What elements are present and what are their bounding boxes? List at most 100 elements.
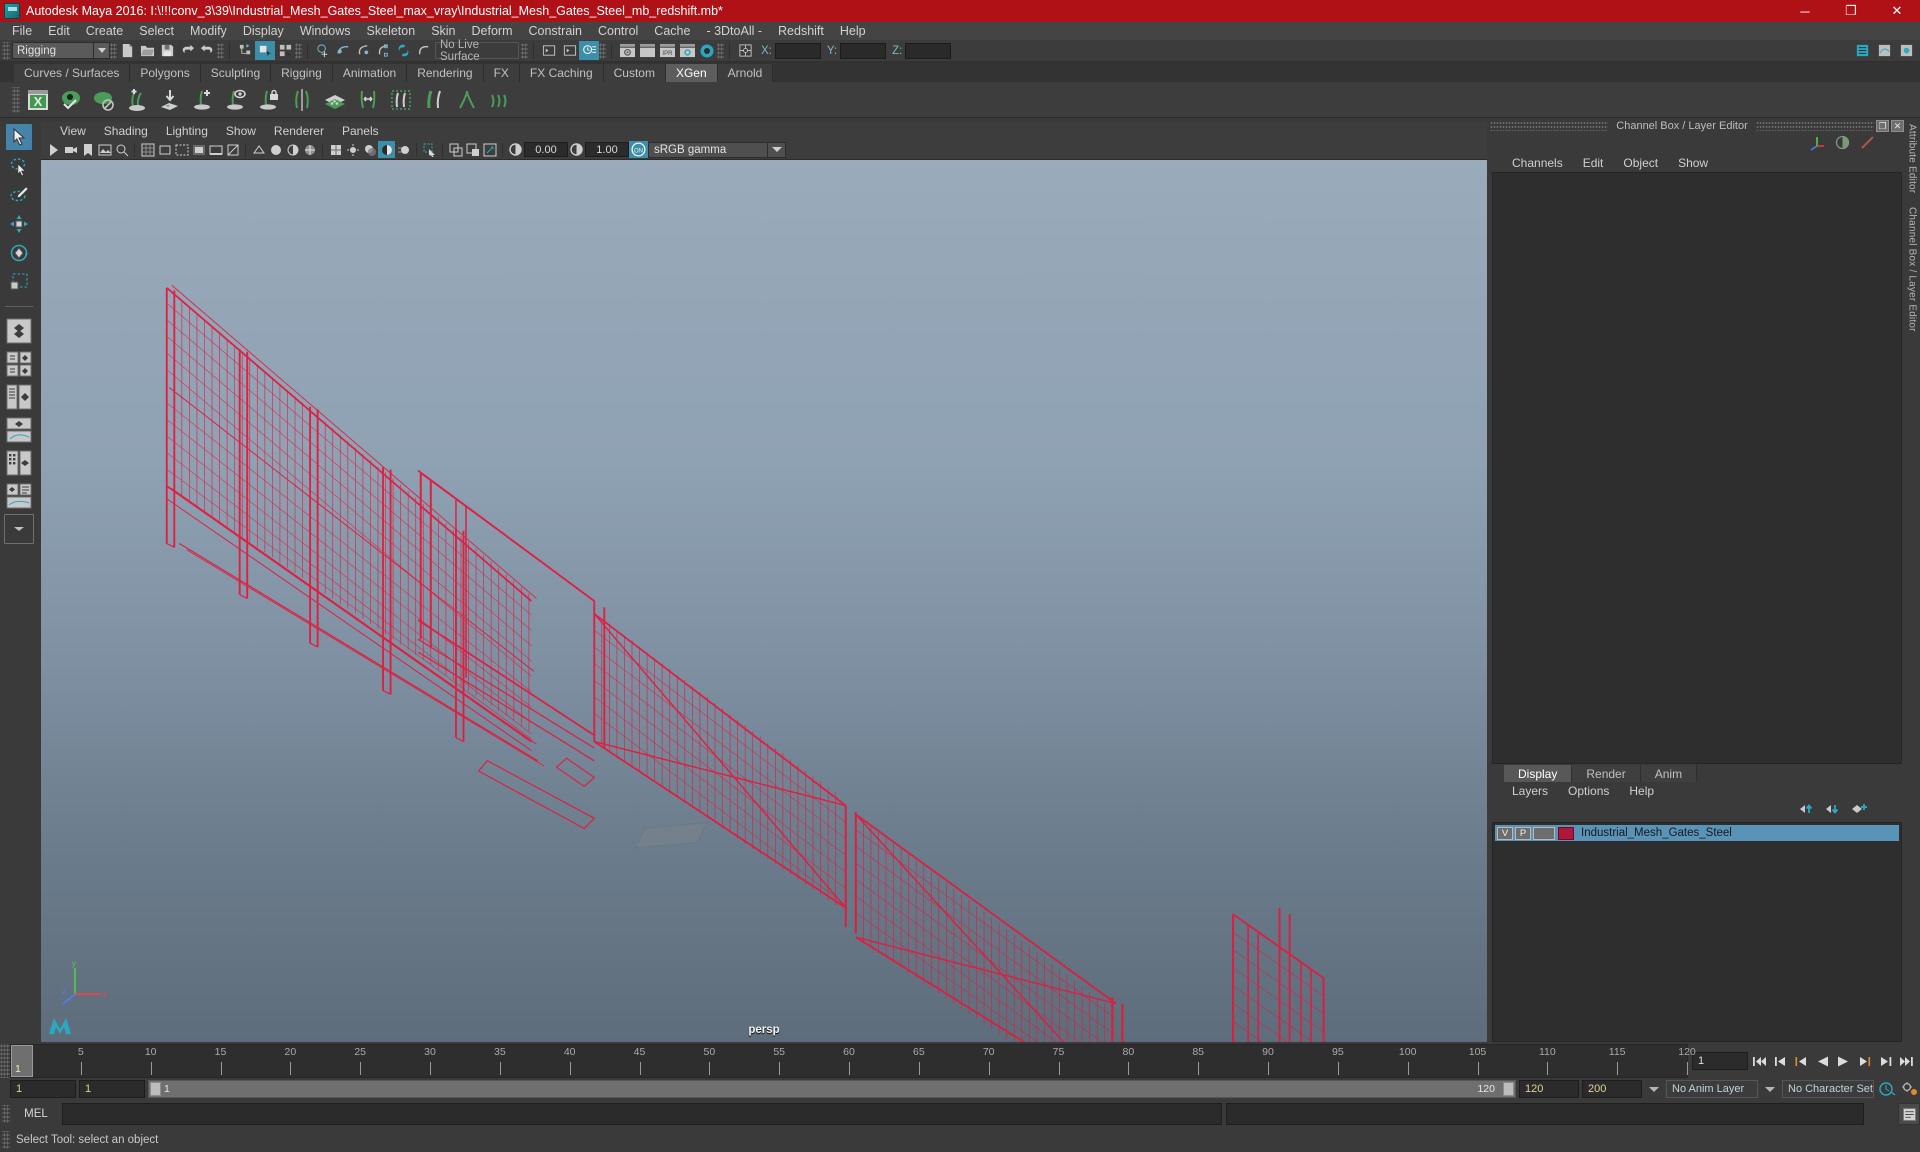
help-line-grip[interactable]: [2, 1131, 10, 1149]
menu-item-create[interactable]: Create: [78, 22, 132, 40]
viewport-copy-icon[interactable]: [447, 141, 464, 158]
shelf-tab-rigging[interactable]: Rigging: [271, 64, 333, 82]
menu-item-3dtoall[interactable]: - 3DtoAll -: [698, 22, 770, 40]
ambient-occlusion-icon[interactable]: [378, 141, 395, 158]
step-forward-keyframe-icon[interactable]: [1875, 1050, 1895, 1072]
gamma-value-field[interactable]: 1.00: [585, 142, 629, 157]
menu-item-cache[interactable]: Cache: [646, 22, 698, 40]
current-time-indicator[interactable]: 1: [11, 1045, 33, 1077]
playback-speed-chevron-down-icon[interactable]: [1645, 1080, 1663, 1098]
move-layer-up-icon[interactable]: [1799, 802, 1816, 819]
rotate-tool[interactable]: [6, 240, 32, 266]
shelf-tab-arnold[interactable]: Arnold: [717, 64, 774, 82]
bookmark-icon[interactable]: [79, 141, 96, 158]
shadows-icon[interactable]: [361, 141, 378, 158]
shelf-tab-rendering[interactable]: Rendering: [407, 64, 484, 82]
current-frame-field[interactable]: 1: [1692, 1052, 1748, 1070]
select-camera-icon[interactable]: [45, 141, 62, 158]
two-d-pan-zoom-icon[interactable]: [113, 141, 130, 158]
playback-end-field[interactable]: 200: [1582, 1080, 1642, 1098]
motion-blur-icon[interactable]: [395, 141, 412, 158]
layer-menu-options[interactable]: Options: [1558, 784, 1619, 798]
attribute-editor-icon[interactable]: [1834, 134, 1851, 154]
script-editor-icon[interactable]: [1898, 1103, 1920, 1125]
range-slider[interactable]: 1 120: [148, 1080, 1516, 1098]
menu-item-modify[interactable]: Modify: [182, 22, 235, 40]
viewport-menu-shading[interactable]: Shading: [95, 123, 157, 139]
menu-item-display[interactable]: Display: [235, 22, 292, 40]
menu-item-constrain[interactable]: Constrain: [521, 22, 591, 40]
xgen-convert-primitives-icon[interactable]: [155, 85, 185, 115]
persp-graph-layout[interactable]: [4, 415, 34, 445]
menu-item-control[interactable]: Control: [590, 22, 646, 40]
open-outliner-icon[interactable]: [1852, 41, 1872, 60]
maximize-button[interactable]: ❐: [1828, 0, 1874, 22]
layer-color-swatch[interactable]: [1558, 826, 1574, 840]
make-live-icon[interactable]: [413, 41, 433, 60]
shelf-tab-curves-surfaces[interactable]: Curves / Surfaces: [14, 64, 131, 82]
four-view-layout[interactable]: [4, 349, 34, 379]
xgen-preview-hide-icon[interactable]: [89, 85, 119, 115]
save-scene-icon[interactable]: [157, 41, 177, 60]
viewport-snapshot-icon[interactable]: [481, 141, 498, 158]
show-hide-channel-box-icon[interactable]: [579, 41, 599, 60]
texture-display-icon[interactable]: [327, 141, 344, 158]
exposure-icon[interactable]: [507, 141, 524, 158]
list-item[interactable]: V P Industrial_Mesh_Gates_Steel: [1495, 825, 1899, 841]
xray-toggle-icon[interactable]: [224, 141, 241, 158]
render-settings-icon[interactable]: [677, 41, 697, 60]
anim-layer-chevron-down-icon[interactable]: [1761, 1080, 1779, 1098]
menu-item-help[interactable]: Help: [832, 22, 874, 40]
play-backwards-icon[interactable]: [1812, 1050, 1832, 1072]
viewport-menu-renderer[interactable]: Renderer: [265, 123, 333, 139]
xgen-length-icon[interactable]: [353, 85, 383, 115]
move-tool[interactable]: [6, 211, 32, 237]
image-plane-icon[interactable]: [96, 141, 113, 158]
close-panel-button[interactable]: ✕: [1891, 120, 1904, 132]
layer-shading-toggle[interactable]: [1533, 826, 1555, 840]
snap-to-point-icon[interactable]: [353, 41, 373, 60]
wireframe-shading-icon[interactable]: [250, 141, 267, 158]
shelf-tab-sculpting[interactable]: Sculpting: [200, 64, 272, 82]
select-by-object-type-icon[interactable]: [255, 41, 275, 60]
isolate-select-icon[interactable]: [421, 141, 438, 158]
camera-attributes-icon[interactable]: [62, 141, 79, 158]
channel-box-menu-object[interactable]: Object: [1613, 156, 1668, 170]
channel-box-menu-channels[interactable]: Channels: [1502, 156, 1573, 170]
xgen-width-icon[interactable]: [419, 85, 449, 115]
play-forwards-icon[interactable]: [1833, 1050, 1853, 1072]
xgen-lock-guide-icon[interactable]: [254, 85, 284, 115]
render-current-frame-icon[interactable]: [617, 41, 637, 60]
show-hide-attribute-editor-icon[interactable]: [539, 41, 559, 60]
layer-menu-layers[interactable]: Layers: [1502, 784, 1558, 798]
open-graph-editor-icon[interactable]: [1874, 41, 1894, 60]
outliner-persp-layout[interactable]: [4, 382, 34, 412]
film-gate-icon[interactable]: [156, 141, 173, 158]
range-current-field[interactable]: 1: [79, 1080, 145, 1098]
go-to-end-icon[interactable]: [1896, 1050, 1916, 1072]
x-coordinate-field[interactable]: [774, 42, 821, 59]
color-management-chevron-down-icon[interactable]: [768, 141, 786, 158]
new-scene-icon[interactable]: [117, 41, 137, 60]
menu-item-skeleton[interactable]: Skeleton: [359, 22, 424, 40]
layer-menu-help[interactable]: Help: [1619, 784, 1664, 798]
undo-icon[interactable]: [177, 41, 197, 60]
menu-item-deform[interactable]: Deform: [464, 22, 521, 40]
new-layer-icon[interactable]: [1851, 802, 1868, 819]
xgen-mirror-guide-icon[interactable]: [287, 85, 317, 115]
viewport-menu-view[interactable]: View: [51, 123, 95, 139]
snap-to-view-planes-icon[interactable]: [393, 41, 413, 60]
shelf-tab-fx[interactable]: FX: [483, 64, 520, 82]
menu-item-windows[interactable]: Windows: [292, 22, 359, 40]
close-button[interactable]: ✕: [1874, 0, 1920, 22]
character-set-dropdown[interactable]: No Character Set: [1782, 1080, 1874, 1098]
z-coordinate-field[interactable]: [905, 42, 952, 59]
xgen-density-icon[interactable]: [320, 85, 350, 115]
hypershade-icon[interactable]: [697, 41, 717, 60]
shelf-tab-polygons[interactable]: Polygons: [130, 64, 201, 82]
tab-display[interactable]: Display: [1504, 765, 1573, 782]
smooth-shade-selected-icon[interactable]: [284, 141, 301, 158]
shelf-tab-fx-caching[interactable]: FX Caching: [519, 64, 604, 82]
undock-panel-button[interactable]: ❐: [1876, 120, 1889, 132]
snap-to-grid-icon[interactable]: [313, 41, 333, 60]
